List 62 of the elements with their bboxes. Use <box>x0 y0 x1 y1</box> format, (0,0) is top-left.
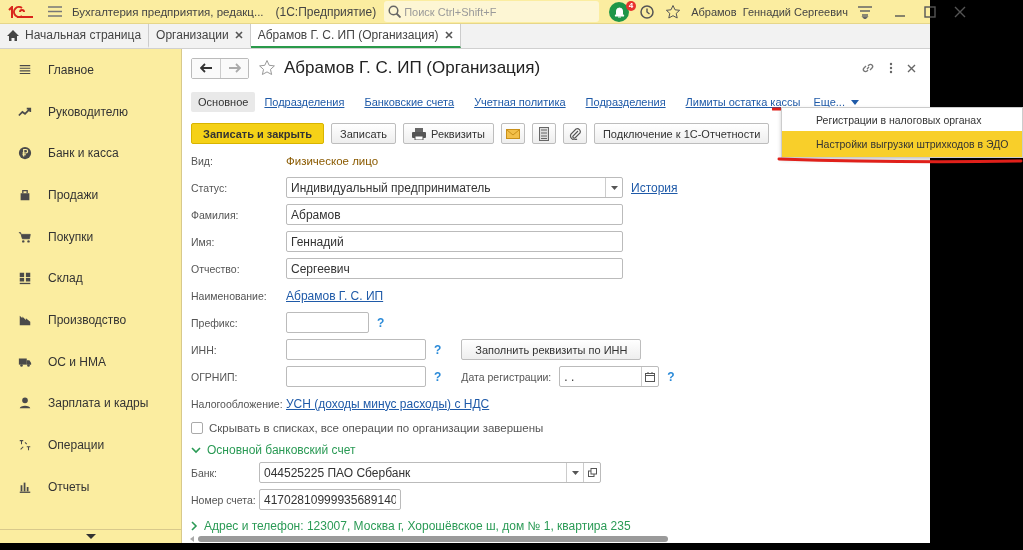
user-name: Абрамов Геннадий Сергеевич <box>691 5 848 18</box>
app-title: Бухгалтерия предприятия, редакц... <box>72 5 264 18</box>
print-button[interactable]: Реквизиты <box>403 123 494 144</box>
search-field[interactable]: Поиск Ctrl+Shift+F <box>384 1 600 22</box>
help-link[interactable]: ? <box>434 369 442 384</box>
sidebar-item[interactable]: Зарплата и кадры <box>0 382 181 425</box>
toolbar-button[interactable]: Подключение к 1С-Отчетности <box>593 123 770 144</box>
history-link[interactable]: История <box>631 180 678 195</box>
fill-by-inn-button[interactable]: Заполнить реквизиты по ИНН <box>461 339 642 360</box>
sidebar-item[interactable]: Продажи <box>0 174 181 216</box>
notification-badge: 4 <box>625 0 637 11</box>
status-dropdown[interactable]: Индивидуальный предприниматель <box>286 177 623 198</box>
group-toggle[interactable]: Основной банковский счет <box>191 442 920 458</box>
platform-label: (1С:Предприятие) <box>275 4 377 19</box>
field-label: Банк: <box>191 466 219 479</box>
text-field[interactable]: Геннадий <box>286 231 623 252</box>
sidebar-item[interactable]: Главное <box>0 49 181 91</box>
text-field[interactable]: Абрамов <box>286 204 623 225</box>
field-label: Вид: <box>191 154 214 167</box>
sidebar-item[interactable]: Руководителю <box>0 90 181 133</box>
sidebar-item[interactable]: ОС и НМА <box>0 340 181 383</box>
section-tab[interactable]: Банковские счета <box>357 92 462 112</box>
section-tab[interactable]: Подразделения <box>257 92 352 112</box>
form-title: Абрамов Г. С. ИП (Организация) <box>284 58 541 78</box>
menu-item[interactable]: Настройки выгрузки штрихкодов в ЭДО <box>782 131 1022 157</box>
type-value: Физическое лицо <box>286 154 379 167</box>
help-link[interactable]: ? <box>434 342 442 357</box>
text-field[interactable]: Сергеевич <box>286 258 623 279</box>
save-and-close-button[interactable]: Записать и закрыть <box>191 123 325 144</box>
section-tab[interactable]: Основное <box>191 92 256 112</box>
section-tab[interactable]: Учетная политика <box>467 92 573 112</box>
window-tab[interactable]: Начальная страница <box>0 24 150 48</box>
sidebar-item[interactable]: Производство <box>0 299 181 341</box>
field-label: Отчество: <box>191 262 241 275</box>
field-label: Налогообложение: <box>191 397 284 410</box>
help-link[interactable]: ? <box>667 369 675 384</box>
checkbox-label: Скрывать в списках, все операции по организации завершены <box>209 422 544 434</box>
field-label: Дата регистрации: <box>461 370 552 383</box>
window-tab[interactable]: Абрамов Г. С. ИП (Организация) <box>250 24 461 48</box>
field-label: ОГРНИП: <box>191 370 239 383</box>
field-label: Статус: <box>191 181 229 194</box>
sidebar-item[interactable]: Склад <box>0 257 181 300</box>
sidebar-item[interactable]: Банк и касса <box>0 132 181 175</box>
window-tab[interactable]: Организации <box>149 24 251 48</box>
help-link[interactable]: ? <box>377 315 385 330</box>
sidebar-item[interactable]: Покупки <box>0 215 181 258</box>
field-label: Наименование: <box>191 289 268 302</box>
field-label: Номер счета: <box>191 493 257 506</box>
more-link[interactable]: Еще... <box>813 96 859 108</box>
toolbar-button[interactable]: Записать <box>331 123 397 144</box>
field-label: Фамилия: <box>191 208 240 221</box>
field-label: ИНН: <box>191 343 218 356</box>
taxation-link[interactable]: УСН (доходы минус расходы) с НДС <box>286 396 490 411</box>
field-label: Имя: <box>191 235 216 248</box>
sidebar-item[interactable]: Операции <box>0 424 181 466</box>
bank-dropdown[interactable]: 044525225 ПАО Сбербанк <box>259 462 601 483</box>
name-link[interactable]: Абрамов Г. С. ИП <box>286 288 384 303</box>
date-field[interactable]: . . <box>559 366 660 387</box>
section-tab[interactable]: Подразделения <box>578 92 673 112</box>
group-toggle[interactable]: Адрес и телефон: 123007, Москва г, Хорошёвское ш, дом № 1, квартира 235 <box>191 518 920 534</box>
field-label: Префикс: <box>191 316 239 329</box>
sidebar-item[interactable]: Отчеты <box>0 465 181 508</box>
